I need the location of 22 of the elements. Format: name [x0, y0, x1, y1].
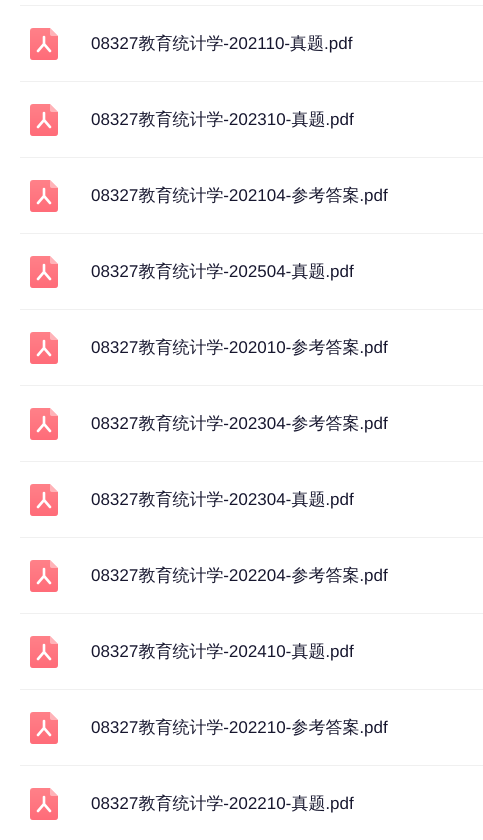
pdf-file-icon	[30, 712, 58, 744]
file-name[interactable]: 08327教育统计学-202110-真题.pdf	[91, 30, 352, 56]
file-name[interactable]: 08327教育统计学-202010-参考答案.pdf	[91, 334, 388, 360]
pdf-file-icon	[30, 636, 58, 668]
file-name[interactable]: 08327教育统计学-202304-真题.pdf	[91, 486, 354, 512]
file-name[interactable]: 08327教育统计学-202104-参考答案.pdf	[91, 182, 388, 208]
pdf-file-icon	[30, 180, 58, 212]
pdf-file-icon	[30, 408, 58, 440]
pdf-file-icon	[30, 28, 58, 60]
file-name[interactable]: 08327教育统计学-202410-真题.pdf	[91, 638, 354, 664]
file-name[interactable]: 08327教育统计学-202210-真题.pdf	[91, 790, 354, 816]
file-name[interactable]: 08327教育统计学-202504-真题.pdf	[91, 258, 354, 284]
file-name[interactable]: 08327教育统计学-202304-参考答案.pdf	[91, 410, 388, 436]
pdf-file-icon	[30, 256, 58, 288]
pdf-file-icon	[30, 484, 58, 516]
pdf-file-icon	[30, 560, 58, 592]
file-name[interactable]: 08327教育统计学-202310-真题.pdf	[91, 106, 354, 132]
file-name[interactable]: 08327教育统计学-202204-参考答案.pdf	[91, 562, 388, 588]
pdf-file-icon	[30, 788, 58, 820]
file-name[interactable]: 08327教育统计学-202210-参考答案.pdf	[91, 714, 388, 740]
pdf-file-icon	[30, 332, 58, 364]
pdf-file-icon	[30, 104, 58, 136]
